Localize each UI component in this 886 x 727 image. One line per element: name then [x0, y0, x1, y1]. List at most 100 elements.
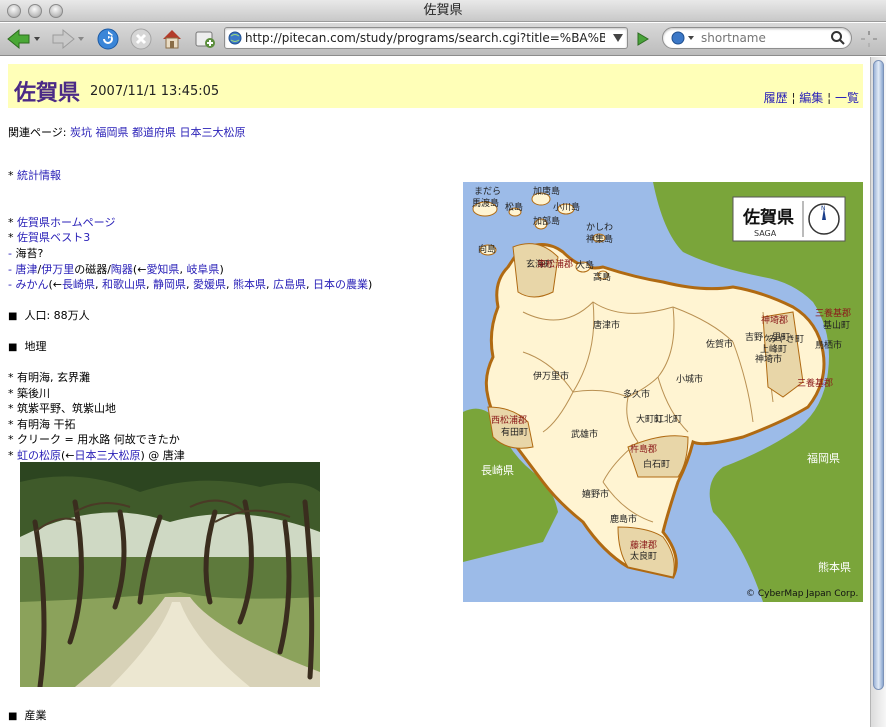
- map-district-label: 三養基郡: [815, 307, 851, 319]
- go-arrow-icon: [637, 32, 649, 46]
- header-links: 履歴 ¦ 編集 ¦ 一覧: [763, 91, 859, 105]
- home-page-link[interactable]: 佐賀県ホームページ: [17, 216, 115, 229]
- map-pref-label: 長崎県: [481, 463, 514, 477]
- list-item: * 築後川: [8, 387, 50, 400]
- map-pref-label: 熊本県: [818, 560, 851, 574]
- search-engine-icon[interactable]: [671, 31, 697, 45]
- geo-item: 有明海 干拓: [17, 418, 76, 431]
- map-label: 鳥栖市: [815, 339, 842, 351]
- window-title: 佐賀県: [423, 3, 463, 18]
- map-copyright: © CyberMap Japan Corp.: [746, 589, 858, 599]
- agriculture-link[interactable]: 日本の農業: [313, 278, 368, 291]
- list-item: * クリーク = 用水路 何故できたか: [8, 433, 180, 446]
- niji-link[interactable]: 虹の松原: [17, 449, 61, 462]
- list-item: * 佐賀県ホームページ: [8, 216, 116, 229]
- map-label: 武雄市: [571, 428, 598, 440]
- edit-link[interactable]: 編集: [799, 91, 823, 105]
- reload-icon: [97, 28, 119, 50]
- map-district-label: 藤津郡: [630, 539, 657, 551]
- nori-text: 海苔?: [15, 247, 44, 260]
- list-link[interactable]: 一覧: [835, 91, 859, 105]
- address-bar[interactable]: http://pitecan.com/study/programs/search…: [224, 27, 628, 49]
- saga-map: まだら 馬渡島 加唐島 松島 小川島 加部島 かしわ 神集島 向島 高島 大島 …: [463, 182, 863, 602]
- page-content: 佐賀県 2007/11/1 13:45:05 履歴 ¦ 編集 ¦ 一覧 関連ペー…: [0, 57, 870, 727]
- map-district-label: 神埼郡: [761, 314, 788, 326]
- imari-link[interactable]: 伊万里: [41, 263, 74, 276]
- forward-button[interactable]: [48, 26, 86, 52]
- vertical-scrollbar[interactable]: [870, 57, 886, 727]
- reload-button[interactable]: [94, 26, 122, 52]
- ehime-link[interactable]: 愛媛県: [193, 278, 226, 291]
- geo-item: 有明海, 玄界灘: [17, 371, 90, 384]
- map-label: 小城市: [676, 373, 703, 385]
- browser-toolbar: http://pitecan.com/study/programs/search…: [0, 23, 886, 56]
- map-label: まだら: [474, 186, 501, 197]
- map-district-label: 杵島郡: [630, 443, 657, 455]
- map-label: 高島: [593, 271, 611, 283]
- list-item: * 虹の松原(←日本三大松原) @ 唐津: [8, 449, 185, 462]
- ceramics-text: の磁器/: [74, 263, 111, 276]
- list-item: * 有明海 干拓: [8, 418, 76, 431]
- related-link-matsubara[interactable]: 日本三大松原: [180, 126, 246, 139]
- map-label: 佐賀市: [706, 338, 733, 350]
- scrollbar-thumb[interactable]: [873, 60, 884, 690]
- mikan-link[interactable]: みかん: [15, 278, 48, 291]
- dropdown-arrow-icon[interactable]: [613, 34, 623, 42]
- back-arrow-icon: [7, 28, 40, 50]
- matsubara-link[interactable]: 日本三大松原: [75, 449, 141, 462]
- go-button[interactable]: [630, 26, 654, 52]
- map-label: 多久市: [623, 388, 650, 400]
- kumamoto-link[interactable]: 熊本県: [233, 278, 266, 291]
- map-label: 伊万里市: [533, 370, 569, 382]
- history-link[interactable]: 履歴: [764, 91, 788, 105]
- map-label: 神集島: [586, 233, 613, 245]
- hiroshima-link[interactable]: 広島県: [273, 278, 306, 291]
- stop-icon: [130, 28, 152, 50]
- wakayama-link[interactable]: 和歌山県: [102, 278, 146, 291]
- search-bar[interactable]: [662, 27, 852, 49]
- aichi-link[interactable]: 愛知県: [146, 263, 179, 276]
- map-label: 唐津市: [593, 319, 620, 331]
- paren-text: (←: [61, 449, 75, 462]
- paren-text: (←: [132, 263, 147, 276]
- back-button[interactable]: [4, 26, 42, 52]
- search-input[interactable]: [701, 30, 821, 46]
- bookmark-star-icon: [195, 31, 215, 48]
- related-link-prefectures[interactable]: 都道府県: [132, 126, 176, 139]
- home-button[interactable]: [158, 26, 186, 52]
- geo-heading: ■ 地理: [8, 340, 47, 353]
- minimize-window-button[interactable]: [28, 4, 42, 18]
- map-label: 基山町: [823, 319, 850, 331]
- related-link-tanko[interactable]: 炭坑: [70, 126, 92, 139]
- map-label: 上峰町: [760, 344, 787, 355]
- stats-link[interactable]: 統計情報: [17, 169, 61, 182]
- map-badge-title: 佐賀県: [742, 207, 794, 228]
- svg-text:N: N: [821, 205, 826, 212]
- shizuoka-link[interactable]: 静岡県: [153, 278, 186, 291]
- map-pref-label: 福岡県: [807, 451, 840, 465]
- paren-text: ): [219, 263, 224, 276]
- window-titlebar: 佐賀県: [0, 0, 886, 22]
- touki-link[interactable]: 陶器: [111, 263, 133, 276]
- map-label: 鹿島市: [610, 513, 637, 525]
- gifu-link[interactable]: 岐阜県: [186, 263, 219, 276]
- related-label: 関連ページ:: [8, 126, 67, 139]
- population-line: ■ 人口: 88万人: [8, 309, 90, 322]
- list-item: - みかん(←長崎県, 和歌山県, 静岡県, 愛媛県, 熊本県, 広島県, 日本…: [8, 278, 373, 291]
- magnifier-icon[interactable]: [831, 31, 845, 45]
- related-link-fukuoka[interactable]: 福岡県: [96, 126, 129, 139]
- map-label: かしわ: [586, 222, 613, 233]
- map-label: 江北町: [655, 414, 682, 425]
- list-item: * 統計情報: [8, 169, 61, 182]
- map-district-label: 東松浦郡: [537, 258, 573, 270]
- karatsu-link[interactable]: 唐津: [15, 263, 37, 276]
- close-window-button[interactable]: [7, 4, 21, 18]
- zoom-window-button[interactable]: [49, 4, 63, 18]
- nagasaki-link[interactable]: 長崎県: [62, 278, 95, 291]
- bookmark-button[interactable]: [191, 26, 219, 52]
- loading-spinner-icon: [861, 31, 877, 47]
- district-higashi-matsuura: [512, 243, 559, 298]
- best3-link[interactable]: 佐賀県ベスト3: [17, 231, 90, 244]
- stop-button[interactable]: [127, 26, 155, 52]
- paren-text: ): [368, 278, 373, 291]
